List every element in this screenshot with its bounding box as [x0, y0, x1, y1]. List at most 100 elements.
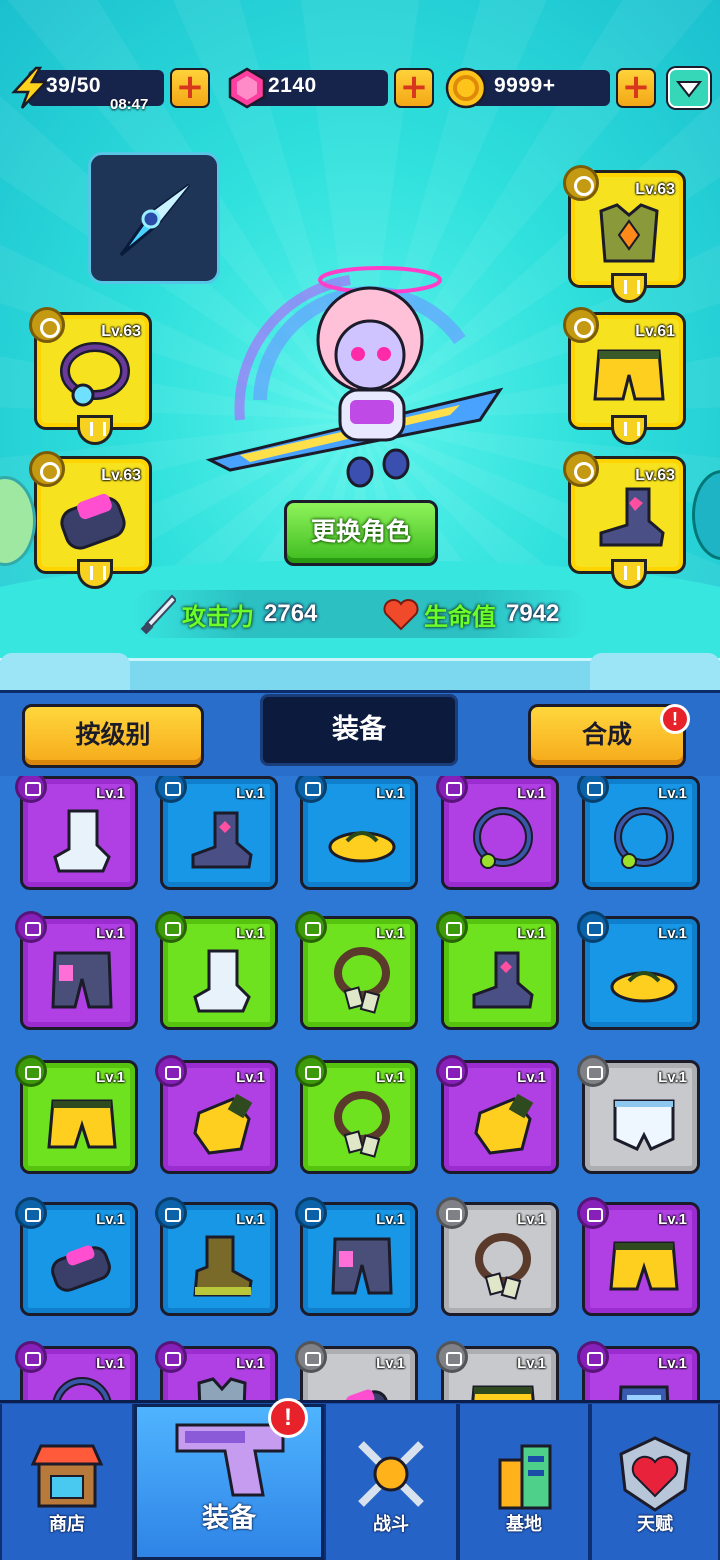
item-level: Lv.1 [96, 1069, 125, 1086]
inventory-item[interactable]: Lv.1 [295, 776, 418, 890]
pants-slot[interactable]: Lv.61 [563, 307, 686, 445]
item-type-icon [577, 911, 609, 943]
inventory-item[interactable]: Lv.1 [577, 1341, 700, 1400]
equipment-alert-badge: ! [268, 1398, 308, 1438]
item-type-icon [436, 1055, 468, 1087]
item-level: Lv.1 [96, 925, 125, 942]
item-level: Lv.1 [376, 1211, 405, 1228]
item-type-icon [436, 776, 468, 803]
shorts-icon [609, 1241, 679, 1291]
inventory-item[interactable]: Lv.1 [155, 1197, 278, 1316]
dogtag-necklace-icon [334, 947, 390, 1014]
necklace-icon [52, 1377, 112, 1400]
item-level: Lv.1 [236, 925, 265, 942]
item-type-icon [577, 1341, 609, 1373]
item-type-icon [155, 1055, 187, 1087]
item-type-icon [15, 776, 47, 803]
shorts-icon [471, 1385, 535, 1400]
hp-value: 7942 [506, 600, 560, 627]
shorts-icon [593, 349, 665, 401]
item-type-icon [295, 1341, 327, 1373]
inventory-item[interactable]: Lv.1 [155, 776, 278, 890]
inventory-item[interactable]: Lv.1 [15, 1197, 138, 1316]
coins-resource: 9999+ + [444, 66, 656, 110]
item-type-icon [577, 1055, 609, 1087]
hero-character-illustration [205, 266, 504, 488]
item-level: Lv.1 [96, 1211, 125, 1228]
coins-plus-button[interactable]: + [616, 68, 656, 108]
item-level: Lv.1 [96, 785, 125, 802]
armored-pants-icon [331, 1237, 393, 1295]
item-type-icon [436, 1341, 468, 1373]
inventory-item[interactable]: Lv.1 [436, 1341, 559, 1400]
energy-timer: 08:47 [110, 96, 149, 113]
inventory-item[interactable]: Lv.1 [577, 1197, 700, 1316]
glove-icon [474, 1093, 534, 1155]
nav-base[interactable]: 基地 [458, 1404, 590, 1560]
dropdown-button[interactable] [668, 68, 710, 108]
inventory-item[interactable]: Lv.1 [577, 911, 700, 1030]
inventory-item[interactable]: Lv.1 [15, 911, 138, 1030]
sort-by-level-button[interactable]: 按级别 [22, 704, 204, 768]
inventory-item[interactable]: Lv.1 [155, 911, 278, 1030]
attack-stat: 攻击力 2764 [140, 594, 317, 634]
inventory-item[interactable]: Lv.1 [295, 1055, 418, 1174]
crystal-dagger-icon [119, 183, 191, 257]
necklace-slot[interactable]: Lv.63 [29, 307, 152, 445]
item-level: Lv.1 [658, 1355, 687, 1372]
item-type-icon [15, 911, 47, 943]
inventory-item[interactable]: Lv.1 [295, 911, 418, 1030]
inventory-item[interactable]: Lv.1 [436, 1197, 559, 1316]
change-character-button[interactable]: 更换角色 [284, 500, 438, 566]
item-level: Lv.1 [517, 1069, 546, 1086]
inventory-item[interactable]: Lv.1 [295, 1197, 418, 1316]
inventory-item[interactable]: Lv.1 [155, 1055, 278, 1174]
item-level: Lv.1 [517, 925, 546, 942]
gloves-slot[interactable]: Lv.63 [29, 451, 152, 589]
inventory-item[interactable]: Lv.1 [15, 1055, 138, 1174]
item-type-icon [155, 776, 187, 803]
item-level: Lv.1 [236, 1069, 265, 1086]
shorts-icon [47, 1099, 117, 1149]
heart-icon [383, 599, 419, 631]
gauntlet-icon [51, 1245, 111, 1292]
inventory-item[interactable]: Lv.1 [577, 1055, 700, 1174]
item-type-icon [577, 1197, 609, 1229]
gems-plus-button[interactable]: + [394, 68, 434, 108]
item-level: Lv.1 [376, 925, 405, 942]
tab-equipment[interactable]: 装备 [260, 694, 458, 766]
nav-equipment-label: 装备 [202, 1503, 256, 1534]
dogtag-necklace-icon [334, 1091, 390, 1158]
item-level: Lv.1 [658, 925, 687, 942]
necklace-icon [473, 807, 533, 869]
nav-talent[interactable]: 天赋 [590, 1404, 720, 1560]
item-type-icon [155, 1341, 187, 1373]
panel-lip-tab-right [590, 653, 720, 693]
nav-battle[interactable]: 战斗 [324, 1404, 458, 1560]
boots-slot[interactable]: Lv.63 [563, 451, 686, 589]
inventory-item[interactable]: Lv.1 [155, 1341, 278, 1400]
armor-slot[interactable]: Lv.63 [563, 165, 686, 303]
gold-coin-icon [445, 67, 487, 109]
sword-icon [140, 594, 176, 634]
inventory-item[interactable]: Lv.1 [577, 776, 700, 890]
nav-shop[interactable]: 商店 [0, 1404, 134, 1560]
inventory-item[interactable]: Lv.1 [15, 1341, 138, 1400]
energy-plus-button[interactable]: + [170, 68, 210, 108]
gems-resource: 2140 + [224, 66, 434, 110]
item-type-icon [155, 1197, 187, 1229]
heart-shield-icon [619, 1436, 691, 1512]
item-type-icon [15, 1055, 47, 1087]
dogtag-necklace-icon [475, 1233, 531, 1300]
inventory-item[interactable]: Lv.1 [15, 776, 138, 890]
inventory-item[interactable]: Lv.1 [436, 911, 559, 1030]
item-type-icon [436, 911, 468, 943]
gauntlet-icon [331, 1389, 391, 1400]
gloves-icon [60, 493, 126, 550]
flip-flops-icon [328, 831, 396, 863]
inventory-item[interactable]: Lv.1 [436, 1055, 559, 1174]
inventory-item[interactable]: Lv.1 [295, 1341, 418, 1400]
inventory-item[interactable]: Lv.1 [436, 776, 559, 890]
item-type-icon [436, 1197, 468, 1229]
hp-label: 生命值 [424, 602, 496, 631]
